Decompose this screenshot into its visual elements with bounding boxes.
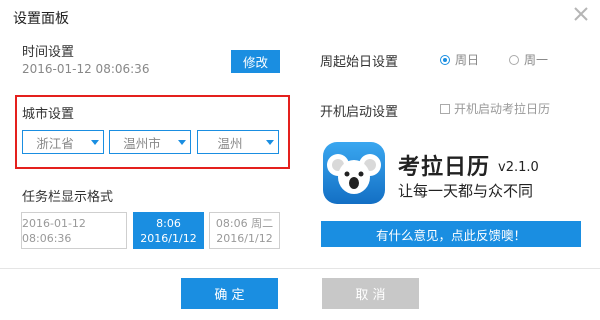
close-icon[interactable]	[571, 4, 591, 24]
week-start-label: 周起始日设置	[320, 55, 399, 70]
dialog-title: 设置面板	[13, 11, 69, 27]
footer-divider	[0, 268, 600, 269]
taskbar-format-label: 任务栏显示格式	[22, 190, 114, 205]
checkbox-icon	[440, 103, 450, 114]
chevron-down-icon	[87, 139, 103, 145]
taskbar-format-option[interactable]: 2016-01-12 08:06:36	[21, 212, 127, 249]
time-value: 2016-01-12 08:06:36	[22, 62, 150, 76]
radio-checked-icon	[440, 54, 450, 65]
koala-logo-icon	[322, 141, 386, 205]
app-slogan: 让每一天都与众不同	[398, 182, 534, 200]
province-value: 浙江省	[36, 135, 74, 151]
ok-button[interactable]: 确 定	[181, 278, 278, 309]
boot-settings-label: 开机启动设置	[320, 105, 399, 120]
district-value: 温州	[217, 135, 243, 151]
app-version: v2.1.0	[498, 160, 539, 175]
boot-start-checkbox[interactable]: 开机启动考拉日历	[440, 100, 550, 117]
time-settings-label: 时间设置	[22, 45, 75, 60]
modify-time-button[interactable]: 修改	[231, 50, 280, 73]
week-start-sunday-radio[interactable]: 周日	[440, 51, 479, 68]
city-settings-label: 城市设置	[22, 107, 75, 122]
district-select[interactable]: 温州	[197, 130, 279, 154]
city-value: 温州市	[123, 135, 161, 151]
app-name: 考拉日历	[398, 155, 491, 180]
week-start-monday-radio[interactable]: 周一	[509, 51, 548, 68]
taskbar-format-option[interactable]: 08:06 周二 2016/1/12	[209, 212, 280, 249]
cancel-button[interactable]: 取 消	[322, 278, 419, 309]
radio-unchecked-icon	[509, 54, 519, 65]
chevron-down-icon	[262, 139, 278, 145]
chevron-down-icon	[174, 139, 190, 145]
province-select[interactable]: 浙江省	[22, 130, 104, 154]
taskbar-format-option-selected[interactable]: 8:06 2016/1/12	[133, 212, 204, 249]
feedback-button[interactable]: 有什么意见，点此反馈噢！	[321, 221, 581, 247]
city-select[interactable]: 温州市	[109, 130, 191, 154]
